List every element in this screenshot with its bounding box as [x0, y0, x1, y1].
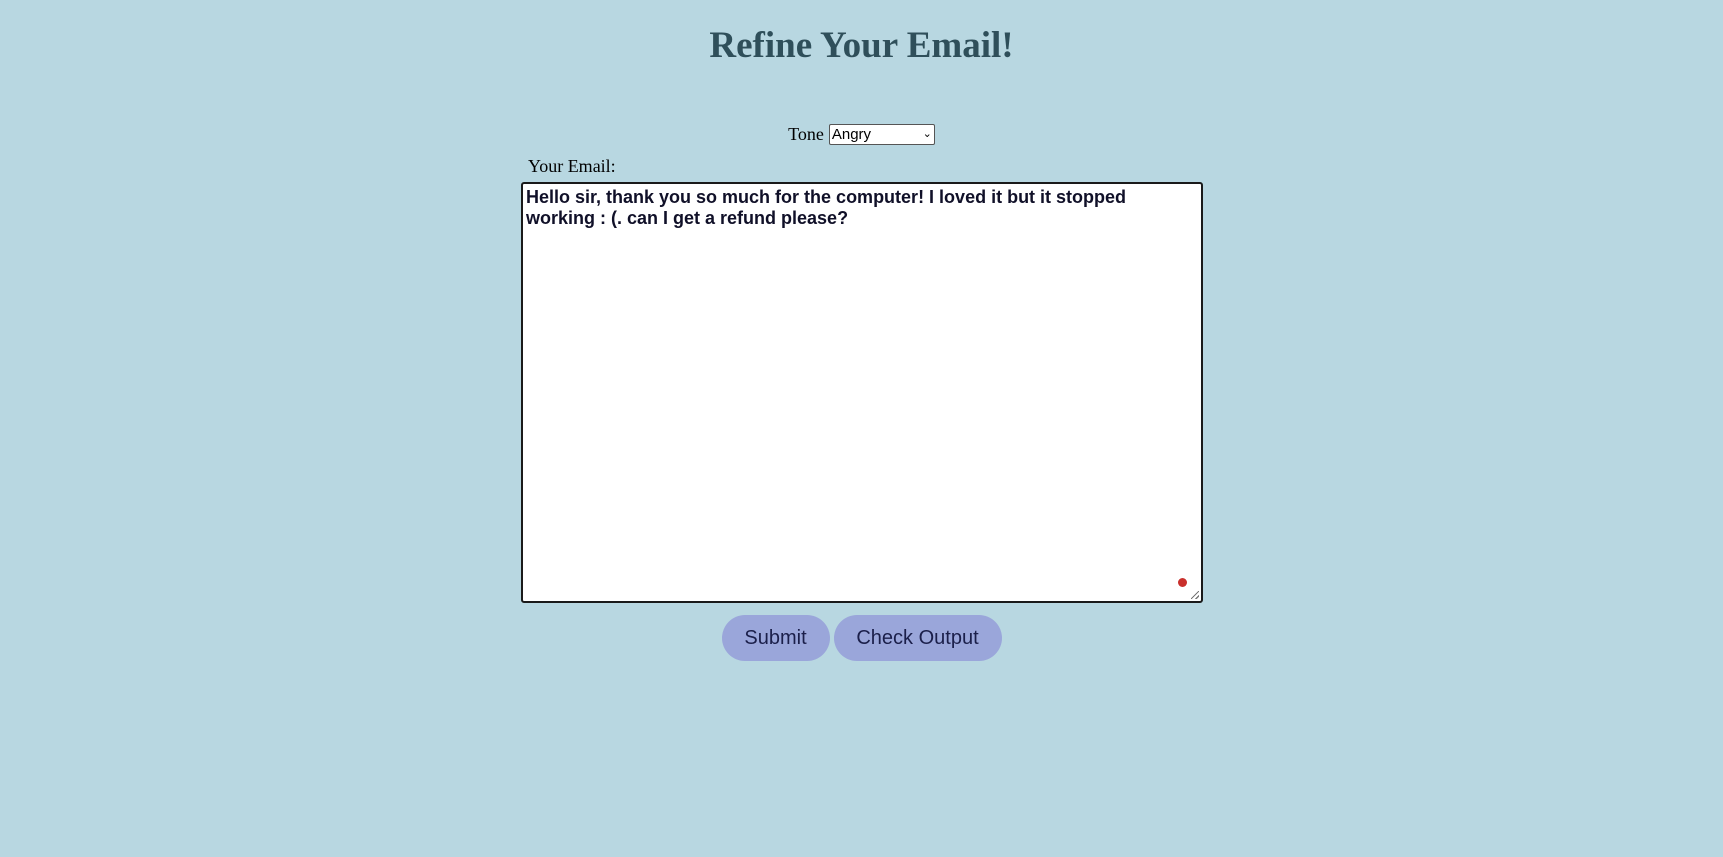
page-title: Refine Your Email! [709, 25, 1014, 66]
recording-dot-icon [1178, 578, 1187, 587]
email-label: Your Email: [528, 156, 616, 176]
submit-button[interactable]: Submit [721, 615, 830, 661]
button-row: Submit Check Output [0, 615, 1723, 661]
tone-selected-value: Angry [831, 126, 872, 143]
tone-row: Tone Angry ⌄ [0, 124, 1723, 145]
resize-handle[interactable] [1191, 591, 1199, 599]
chevron-down-icon: ⌄ [922, 128, 932, 140]
email-text: Hello sir, thank you so much for the com… [526, 187, 1132, 228]
check-output-button[interactable]: Check Output [833, 615, 1002, 661]
tone-select[interactable]: Angry ⌄ [828, 124, 935, 145]
tone-label: Tone [788, 124, 824, 144]
email-textarea[interactable]: Hello sir, thank you so much for the com… [521, 182, 1203, 603]
